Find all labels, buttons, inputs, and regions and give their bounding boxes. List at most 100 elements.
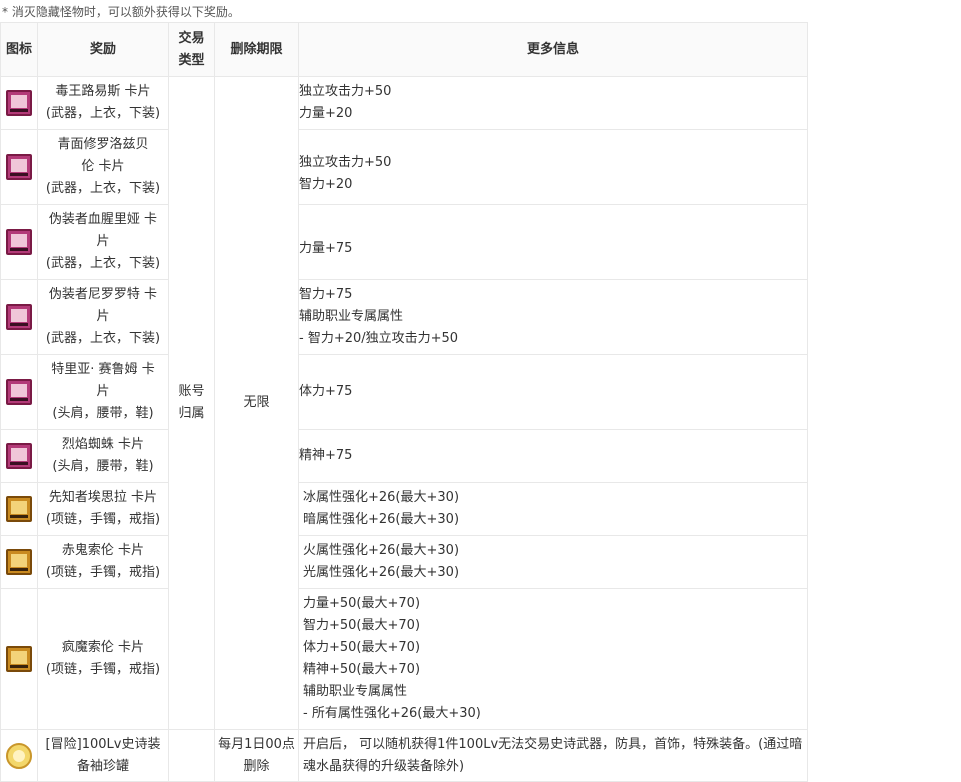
reward-name: [冒险]100Lv史诗装 <box>45 736 161 752</box>
info-cell: 火属性强化+26(最大+30) 光属性强化+26(最大+30) <box>298 535 808 589</box>
reward-cell: 赤鬼索伦 卡片 (项链，手镯，戒指) <box>37 535 169 589</box>
info-line: 精神+50(最大+70) <box>303 662 421 677</box>
table-row: 特里亚· 赛鲁姆 卡 片 (头肩，腰带，鞋) 体力+75 <box>0 354 808 430</box>
gold-card-icon <box>6 549 32 575</box>
info-line: 暗属性强化+26(最大+30) <box>303 512 460 527</box>
info-line: - 智力+20/独立攻击力+50 <box>299 331 459 346</box>
reward-name: 特里亚· 赛鲁姆 卡 <box>51 362 155 377</box>
reward-cell: 青面修罗洛兹贝 伦 卡片 (武器，上衣，下装) <box>37 129 169 205</box>
hidden-monster-note: * 消灭隐藏怪物时，可以额外获得以下奖励。 <box>2 5 240 19</box>
reward-name: 片 <box>96 234 110 249</box>
trade-type-line-2: 归属 <box>178 406 205 421</box>
info-line: 体力+75 <box>299 384 353 399</box>
icon-cell <box>0 76 38 130</box>
info-line: 辅助职业专属属性 <box>303 684 408 699</box>
gold-card-icon <box>6 496 32 522</box>
icon-cell <box>0 729 38 782</box>
info-line: 力量+75 <box>299 241 353 256</box>
info-cell: 体力+75 <box>298 354 808 430</box>
table-row: 青面修罗洛兹贝 伦 卡片 (武器，上衣，下装) 独立攻击力+50 智力+20 <box>0 129 808 205</box>
reward-cell: [冒险]100Lv史诗装 备袖珍罐 <box>37 729 169 782</box>
table-row: 疯魔索伦 卡片 (项链，手镯，戒指) 力量+50(最大+70) 智力+50(最大… <box>0 588 808 730</box>
info-line: 智力+75 <box>299 287 353 302</box>
reward-cell: 毒王路易斯 卡片 (武器，上衣，下装) <box>37 76 169 130</box>
table-row: 烈焰蜘蛛 卡片 (头肩，腰带，鞋) 精神+75 <box>0 429 808 483</box>
info-line: 精神+75 <box>299 448 353 463</box>
reward-slots: (武器，上衣，下装) <box>45 181 161 196</box>
info-cell: 智力+75 辅助职业专属属性 - 智力+20/独立攻击力+50 <box>298 279 808 355</box>
table-row: 毒王路易斯 卡片 (武器，上衣，下装) 账号 归属 无限 独立攻击力+50 力量… <box>0 76 808 730</box>
icon-cell <box>0 535 38 589</box>
info-line: 力量+50(最大+70) <box>303 596 421 611</box>
expiry-cell: 无限 <box>214 76 299 730</box>
info-line: 独立攻击力+50 <box>299 84 392 99</box>
header-trade-line-1: 交易 <box>178 30 205 46</box>
header-expiry: 删除期限 <box>214 22 299 77</box>
magenta-card-icon <box>6 443 32 469</box>
info-cell: 精神+75 <box>298 429 808 483</box>
reward-name: 备袖珍罐 <box>76 758 129 774</box>
info-line: 智力+20 <box>299 177 353 192</box>
info-line: 魂水晶获得的升级装备除外) <box>303 758 465 774</box>
reward-name: 先知者埃思拉 卡片 <box>48 490 158 505</box>
info-cell: 独立攻击力+50 智力+20 <box>298 129 808 205</box>
icon-cell <box>0 204 38 280</box>
info-line: 独立攻击力+50 <box>299 155 392 170</box>
info-cell: 独立攻击力+50 力量+20 <box>298 76 808 130</box>
expiry-cell-monthly: 每月1日00点 删除 <box>214 729 299 782</box>
header-icon: 图标 <box>0 22 38 77</box>
reward-cell: 烈焰蜘蛛 卡片 (头肩，腰带，鞋) <box>37 429 169 483</box>
gift-box-icon <box>6 742 32 769</box>
magenta-card-icon <box>6 154 32 180</box>
info-cell: 力量+50(最大+70) 智力+50(最大+70) 体力+50(最大+70) 精… <box>298 588 808 730</box>
magenta-card-icon <box>6 90 32 116</box>
info-line: 智力+50(最大+70) <box>303 618 421 633</box>
icon-cell <box>0 429 38 483</box>
reward-slots: (武器，上衣，下装) <box>45 331 161 346</box>
trade-type-line-1: 账号 <box>178 384 205 399</box>
icon-cell <box>0 129 38 205</box>
reward-name: 烈焰蜘蛛 卡片 <box>61 437 145 452</box>
header-reward: 奖励 <box>37 22 169 77</box>
reward-slots: (头肩，腰带，鞋) <box>52 406 154 421</box>
reward-name: 毒王路易斯 卡片 <box>55 84 151 99</box>
reward-slots: (武器，上衣，下装) <box>45 106 161 121</box>
reward-name: 青面修罗洛兹贝 <box>57 137 149 152</box>
icon-cell <box>0 354 38 430</box>
gold-card-icon <box>6 646 32 672</box>
expiry-line-1: 每月1日00点 <box>218 736 295 752</box>
icon-cell <box>0 588 38 730</box>
info-line: 冰属性强化+26(最大+30) <box>303 490 460 505</box>
reward-name: 片 <box>96 384 110 399</box>
info-cell: 开启后， 可以随机获得1件100Lv无法交易史诗武器，防具，首饰，特殊装备。(通… <box>298 729 808 782</box>
reward-name: 伪装者血腥里娅 卡 <box>48 212 158 227</box>
reward-slots: (头肩，腰带，鞋) <box>52 459 154 474</box>
info-cell: 冰属性强化+26(最大+30) 暗属性强化+26(最大+30) <box>298 482 808 536</box>
reward-name: 伪装者尼罗罗特 卡 <box>48 287 158 302</box>
info-line: 体力+50(最大+70) <box>303 640 421 655</box>
reward-name: 伦 卡片 <box>81 159 125 174</box>
reward-slots: (项链，手镯，戒指) <box>45 565 161 580</box>
info-line: 光属性强化+26(最大+30) <box>303 565 460 580</box>
rewards-table: 图标 奖励 交易 类型 删除期限 更多信息 毒王路易斯 卡片 (武器，上衣，下装… <box>0 22 808 782</box>
reward-cell: 伪装者尼罗罗特 卡 片 (武器，上衣，下装) <box>37 279 169 355</box>
reward-cell: 先知者埃思拉 卡片 (项链，手镯，戒指) <box>37 482 169 536</box>
info-line: 辅助职业专属属性 <box>299 309 404 324</box>
table-row: 赤鬼索伦 卡片 (项链，手镯，戒指) 火属性强化+26(最大+30) 光属性强化… <box>0 535 808 589</box>
reward-slots: (武器，上衣，下装) <box>45 256 161 271</box>
reward-cell: 特里亚· 赛鲁姆 卡 片 (头肩，腰带，鞋) <box>37 354 169 430</box>
info-line: - 所有属性强化+26(最大+30) <box>303 706 481 721</box>
info-line: 力量+20 <box>299 106 353 121</box>
header-more-info: 更多信息 <box>298 22 808 77</box>
reward-cell: 疯魔索伦 卡片 (项链，手镯，戒指) <box>37 588 169 730</box>
reward-slots: (项链，手镯，戒指) <box>45 662 161 677</box>
reward-name: 片 <box>96 309 110 324</box>
reward-slots: (项链，手镯，戒指) <box>45 512 161 527</box>
reward-name: 赤鬼索伦 卡片 <box>61 543 145 558</box>
table-row: 伪装者血腥里娅 卡 片 (武器，上衣，下装) 力量+75 <box>0 204 808 280</box>
table-row: [冒险]100Lv史诗装 备袖珍罐 每月1日00点 删除 开启后， 可以随机获得… <box>0 729 808 782</box>
reward-cell: 伪装者血腥里娅 卡 片 (武器，上衣，下装) <box>37 204 169 280</box>
header-trade-type: 交易 类型 <box>168 22 215 77</box>
expiry-line-2: 删除 <box>243 758 270 774</box>
info-line: 火属性强化+26(最大+30) <box>303 543 460 558</box>
